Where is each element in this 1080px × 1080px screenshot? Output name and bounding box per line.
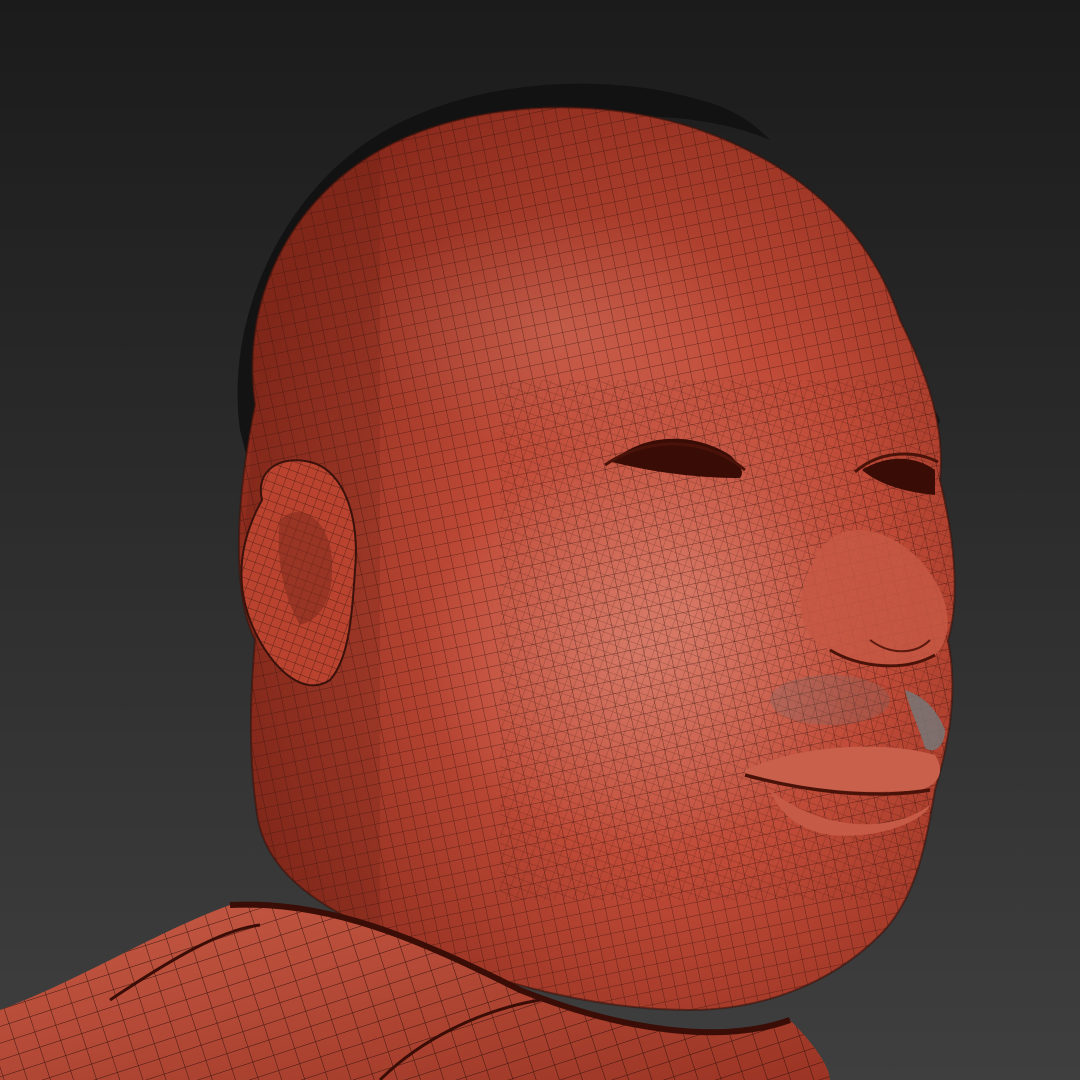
render-viewport xyxy=(0,0,1080,1080)
head-render xyxy=(0,0,1080,1080)
